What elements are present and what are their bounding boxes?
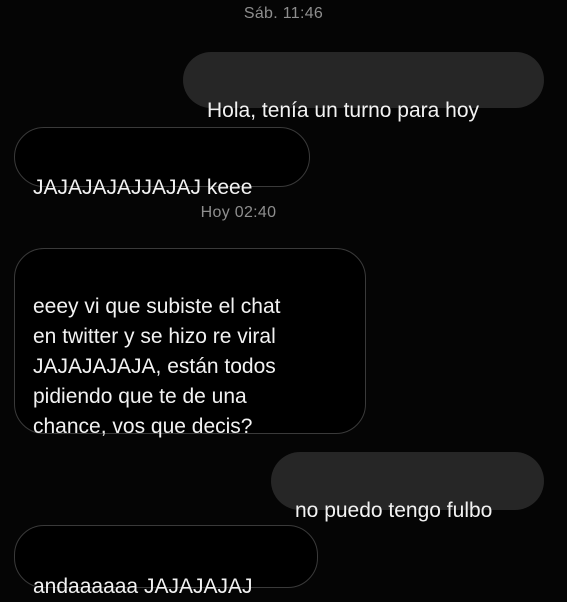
timestamp-divider: Sáb. 11:46 [243,5,324,22]
message-text: eeey vi que subiste el chat en twitter y… [33,295,281,438]
message-text: no puedo tengo fulbo [295,499,493,522]
message-text: andaaaaaa JAJAJAJAJ [33,575,253,598]
message-text: JAJAJAJAJJAJAJ keee [33,176,253,199]
message-text: Hola, tenía un turno para hoy [207,99,480,122]
incoming-message[interactable]: eeey vi que subiste el chat en twitter y… [14,248,366,438]
outgoing-message[interactable]: Hola, tenía un turno para hoy [183,52,544,122]
outgoing-message[interactable]: no puedo tengo fulbo [271,452,544,522]
timestamp-divider: Hoy 02:40 [200,204,277,221]
incoming-message[interactable]: JAJAJAJAJJAJAJ keee [14,127,310,199]
chat-thread: Sáb. 11:46 Hola, tenía un turno para hoy… [0,0,567,600]
incoming-message[interactable]: andaaaaaa JAJAJAJAJ [14,525,318,598]
